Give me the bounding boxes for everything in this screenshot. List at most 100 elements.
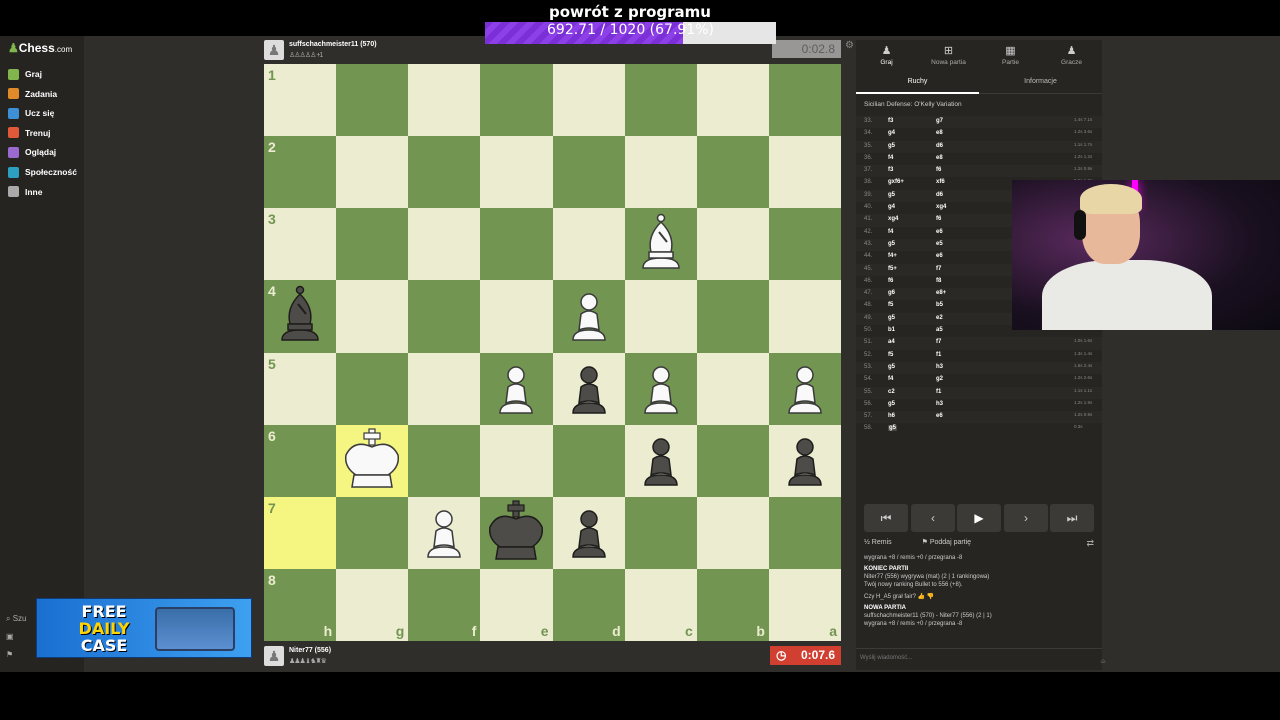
white-pawn-icon[interactable] bbox=[553, 280, 625, 352]
white-move[interactable]: f6 bbox=[888, 278, 893, 284]
black-bishop-icon[interactable] bbox=[264, 280, 336, 352]
white-move[interactable]: f4+ bbox=[888, 253, 897, 259]
white-move[interactable]: g6 bbox=[888, 290, 895, 296]
board-square[interactable] bbox=[480, 352, 553, 425]
board-square[interactable] bbox=[336, 280, 409, 353]
board-square[interactable] bbox=[768, 208, 842, 281]
black-king-icon[interactable] bbox=[480, 497, 552, 569]
black-pawn-icon[interactable] bbox=[769, 425, 841, 497]
black-move[interactable]: g7 bbox=[936, 118, 943, 124]
draw-button[interactable]: ½ Remis bbox=[864, 539, 906, 546]
white-move[interactable]: f4 bbox=[888, 155, 893, 161]
pawn-avatar-icon[interactable]: ♟ bbox=[264, 40, 284, 60]
sidebar-item[interactable]: Graj bbox=[8, 66, 42, 82]
white-move[interactable]: f5+ bbox=[888, 266, 897, 272]
black-pawn-icon[interactable] bbox=[553, 353, 625, 425]
board-square[interactable] bbox=[480, 136, 553, 209]
black-move[interactable]: f8 bbox=[936, 278, 941, 284]
board-square[interactable] bbox=[624, 64, 697, 137]
black-move[interactable]: xg4 bbox=[936, 204, 946, 210]
resign-button[interactable]: ⚑ Poddaj partię bbox=[922, 539, 986, 546]
black-move[interactable]: e8 bbox=[936, 155, 943, 161]
gear-icon[interactable]: ⚙ bbox=[845, 40, 854, 51]
white-move[interactable]: g5 bbox=[888, 425, 898, 432]
white-move[interactable]: f5 bbox=[888, 352, 893, 358]
black-move[interactable]: f6 bbox=[936, 167, 941, 173]
top-player-name[interactable]: suffschachmeister11 (570) bbox=[289, 41, 377, 48]
white-move[interactable]: f3 bbox=[888, 167, 893, 173]
board-square[interactable] bbox=[768, 352, 842, 425]
board-square[interactable] bbox=[624, 136, 697, 209]
chess-board[interactable]: 12345678hgfedcba bbox=[264, 64, 842, 642]
board-square[interactable] bbox=[336, 496, 409, 569]
board-square[interactable] bbox=[624, 352, 697, 425]
board-square[interactable]: f bbox=[408, 568, 481, 642]
board-square[interactable] bbox=[768, 136, 842, 209]
white-move[interactable]: gxf6+ bbox=[888, 179, 904, 185]
black-move[interactable]: e8+ bbox=[936, 290, 946, 296]
sidebar-item[interactable]: Inne bbox=[8, 184, 42, 200]
board-square[interactable]: 3 bbox=[264, 208, 337, 281]
sidebar-item[interactable]: Społeczność bbox=[8, 164, 77, 180]
board-square[interactable] bbox=[768, 496, 842, 569]
thumbs-up-icon[interactable]: 👍 bbox=[918, 594, 925, 600]
board-square[interactable] bbox=[480, 280, 553, 353]
chat-input[interactable]: Wyślij wiadomość... ☺ ⋯ bbox=[856, 648, 1106, 668]
play-button[interactable]: ▶ bbox=[957, 504, 1001, 532]
board-square[interactable] bbox=[696, 496, 769, 569]
promo-banner[interactable]: FREE DAILY CASE bbox=[36, 598, 252, 658]
board-square[interactable]: a bbox=[768, 568, 842, 642]
white-move[interactable]: f3 bbox=[888, 118, 893, 124]
white-move[interactable]: f4 bbox=[888, 376, 893, 382]
sidebar-item[interactable]: Ucz się bbox=[8, 105, 54, 121]
board-square[interactable]: b bbox=[696, 568, 769, 642]
board-square[interactable] bbox=[552, 208, 625, 281]
last-move-button[interactable]: ⏭ bbox=[1050, 504, 1094, 532]
tab-games[interactable]: ▦ Partie bbox=[980, 44, 1041, 66]
white-move[interactable]: g5 bbox=[888, 364, 895, 370]
black-move[interactable]: f7 bbox=[936, 266, 941, 272]
board-square[interactable] bbox=[552, 280, 625, 353]
white-move[interactable]: h6 bbox=[888, 413, 895, 419]
tab-players[interactable]: ♟ Gracze bbox=[1041, 44, 1102, 66]
board-square[interactable] bbox=[336, 352, 409, 425]
black-pawn-icon[interactable] bbox=[625, 425, 697, 497]
black-move[interactable]: f6 bbox=[936, 216, 941, 222]
black-move[interactable]: f1 bbox=[936, 352, 941, 358]
board-square[interactable] bbox=[624, 208, 697, 281]
black-move[interactable]: h3 bbox=[936, 401, 943, 407]
board-square[interactable] bbox=[336, 208, 409, 281]
board-square[interactable]: 1 bbox=[264, 64, 337, 137]
board-square[interactable] bbox=[552, 352, 625, 425]
white-king-icon[interactable] bbox=[336, 425, 408, 497]
black-move[interactable]: e6 bbox=[936, 413, 943, 419]
flip-icon[interactable]: ⇄ bbox=[1086, 538, 1094, 549]
white-move[interactable]: xg4 bbox=[888, 216, 898, 222]
black-move[interactable]: d6 bbox=[936, 192, 943, 198]
board-square[interactable]: d bbox=[552, 568, 625, 642]
board-square[interactable] bbox=[480, 64, 553, 137]
board-square[interactable] bbox=[624, 496, 697, 569]
board-square[interactable]: 6 bbox=[264, 424, 337, 497]
board-square[interactable] bbox=[480, 424, 553, 497]
black-move[interactable]: a5 bbox=[936, 327, 943, 333]
first-move-button[interactable]: ⏮ bbox=[864, 504, 908, 532]
board-square[interactable] bbox=[408, 424, 481, 497]
black-move[interactable]: e6 bbox=[936, 253, 943, 259]
board-square[interactable] bbox=[552, 64, 625, 137]
board-square[interactable] bbox=[552, 496, 625, 569]
chess-logo[interactable]: ♟Chess.com bbox=[8, 41, 72, 55]
thumbs-down-icon[interactable]: 👎 bbox=[927, 594, 934, 600]
board-square[interactable] bbox=[408, 280, 481, 353]
black-move[interactable]: e5 bbox=[936, 241, 943, 247]
white-pawn-icon[interactable] bbox=[480, 353, 552, 425]
board-square[interactable] bbox=[624, 280, 697, 353]
white-move[interactable]: b1 bbox=[888, 327, 895, 333]
board-square[interactable] bbox=[408, 136, 481, 209]
notifications-icon[interactable]: ⚑ bbox=[6, 646, 27, 664]
board-square[interactable] bbox=[768, 64, 842, 137]
board-square[interactable]: g bbox=[336, 568, 409, 642]
board-square[interactable] bbox=[552, 136, 625, 209]
more-icon[interactable]: ⋯ bbox=[1100, 659, 1106, 666]
board-square[interactable]: c bbox=[624, 568, 697, 642]
